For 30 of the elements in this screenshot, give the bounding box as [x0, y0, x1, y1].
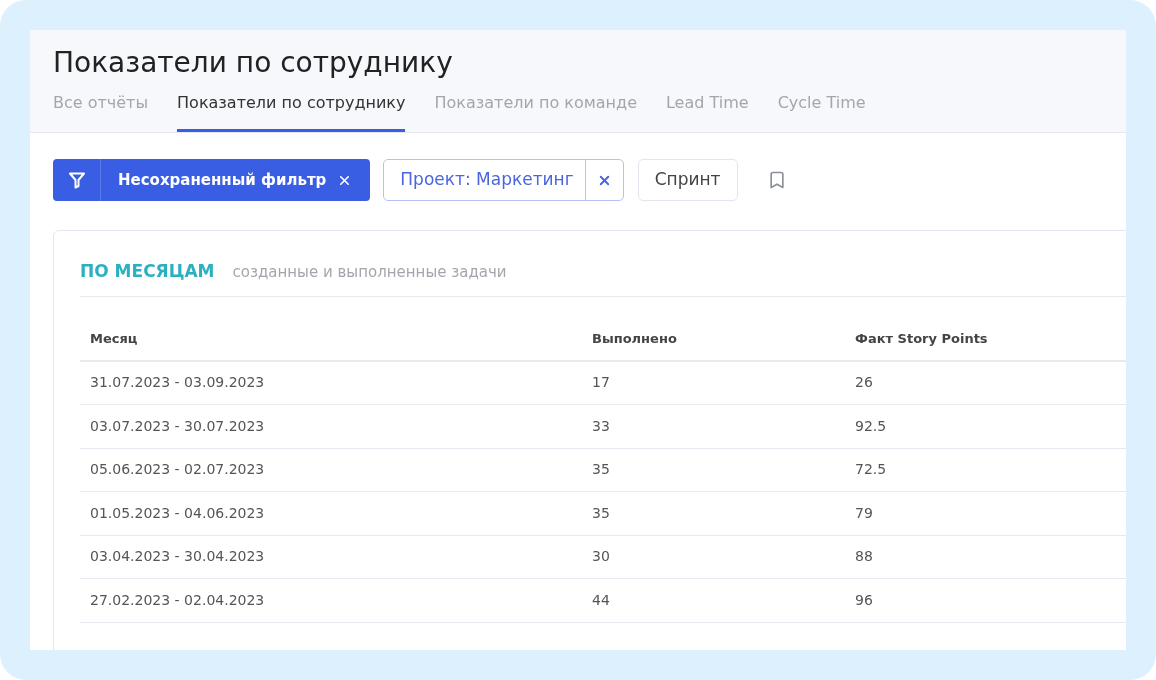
table-cell-text: 30: [591, 547, 611, 567]
filter-icon: [67, 171, 86, 189]
filter-button[interactable]: Несохраненный фильтр: [53, 159, 371, 201]
table-cell-text: 88: [854, 547, 874, 567]
table-cell-text: 03.04.2023 - 30.04.2023: [89, 547, 266, 567]
filter-label: Несохраненный фильтр: [118, 169, 327, 191]
column-header: Месяц: [89, 330, 139, 349]
table-cell-text: 33: [591, 416, 611, 436]
table-cell-text: 44: [591, 590, 611, 610]
page-title: Показатели по сотруднику: [53, 45, 454, 81]
report-tab[interactable]: Показатели по сотруднику: [177, 81, 406, 132]
table-cell-text: 05.06.2023 - 02.07.2023: [89, 460, 266, 480]
table-cell-text: 26: [854, 373, 874, 393]
table-cell-text: 35: [591, 503, 611, 523]
table-cell-text: 01.05.2023 - 04.06.2023: [89, 503, 266, 523]
table-cell-text: 92.5: [854, 416, 888, 436]
table-cell-text: 03.07.2023 - 30.07.2023: [89, 416, 266, 436]
card-subtitle: созданные и выполненные задачи: [232, 262, 507, 283]
table-cell-text: 27.02.2023 - 02.04.2023: [89, 590, 266, 610]
table-cell-text: 31.07.2023 - 03.09.2023: [89, 373, 266, 393]
table-cell-text: 35: [591, 460, 611, 480]
table-cell-text: 17: [591, 373, 611, 393]
table-cell-text: 96: [854, 590, 874, 610]
column-header: Выполнено: [591, 330, 678, 349]
card-title: ПО МЕСЯЦАМ: [80, 260, 215, 283]
column-header: Факт Story Points: [854, 330, 989, 349]
table-cell-text: 72.5: [854, 460, 888, 480]
filter-chip-label[interactable]: Проект: Маркетинг: [384, 160, 585, 200]
filter-chip-button[interactable]: Спринт: [637, 159, 738, 201]
table-cell-text: 79: [854, 503, 874, 523]
